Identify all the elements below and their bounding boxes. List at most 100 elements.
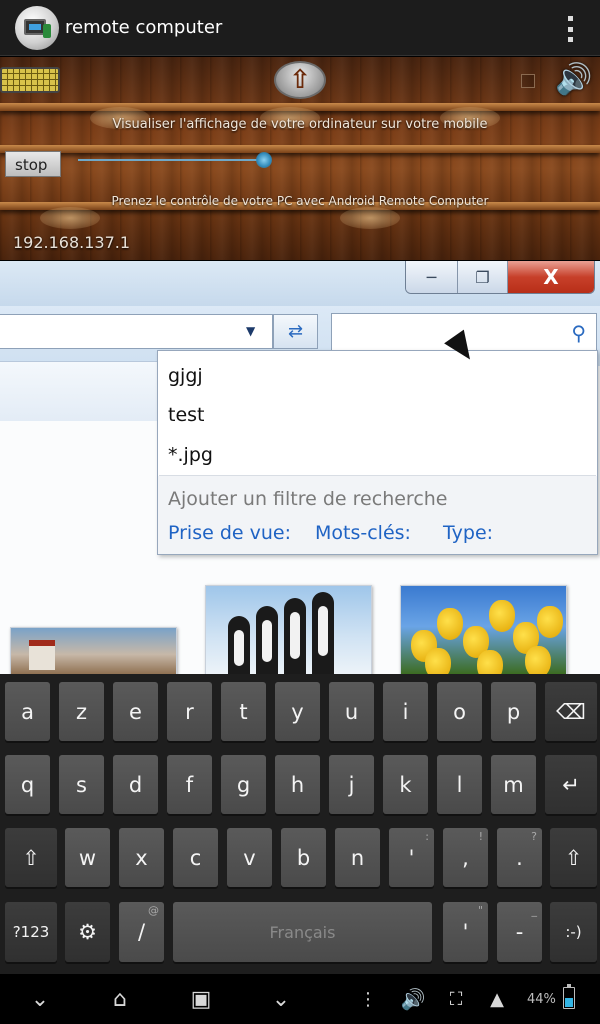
key-j[interactable]: j [329, 755, 374, 814]
key-w[interactable]: w [65, 828, 110, 887]
app-title: remote computer [65, 17, 223, 38]
key-s[interactable]: s [59, 755, 104, 814]
key-dash-label: - [515, 920, 524, 944]
key-i[interactable]: i [383, 682, 428, 741]
search-icon[interactable]: ⚲ [571, 321, 586, 345]
overflow-menu-icon[interactable] [568, 16, 574, 42]
key-l[interactable]: l [437, 755, 482, 814]
key-t[interactable]: t [221, 682, 266, 741]
back-icon[interactable]: ⌄ [22, 984, 58, 1014]
key-q[interactable]: q [5, 755, 50, 814]
key-hint: ? [531, 830, 537, 843]
quality-slider-thumb[interactable] [256, 152, 272, 168]
search-suggestions: gjgj test *.jpg Ajouter un filtre de rec… [157, 350, 598, 555]
key-apostrophe[interactable]: ' : [389, 828, 434, 887]
key-r[interactable]: r [167, 682, 212, 741]
key-z[interactable]: z [59, 682, 104, 741]
settings-sliders-icon[interactable]: ⚙ [65, 902, 110, 962]
key-apostrophe-2-label: ' [462, 920, 469, 944]
key-y[interactable]: y [275, 682, 320, 741]
key-p[interactable]: p [491, 682, 536, 741]
key-u[interactable]: u [329, 682, 374, 741]
filter-date-taken[interactable]: Prise de vue: [168, 522, 291, 544]
home-icon[interactable]: ⌂ [100, 984, 140, 1014]
recent-apps-icon[interactable]: ▣ [182, 984, 220, 1014]
key-comma[interactable]: , ! [443, 828, 488, 887]
key-c[interactable]: c [173, 828, 218, 887]
remote-desktop-view[interactable]: ─ ❐ X ▼ ⇄ ⚲ gjgj test *.jpg Ajouter un f… [0, 261, 600, 674]
control-description: Prenez le contrôle de votre PC avec Andr… [111, 194, 489, 208]
upload-arrow-icon[interactable]: ⇧ [274, 61, 326, 99]
key-slash[interactable]: / @ [119, 902, 164, 962]
shift-icon[interactable]: ⇧ [550, 828, 597, 887]
key-hint: ! [478, 830, 483, 843]
key-m[interactable]: m [491, 755, 536, 814]
key-b[interactable]: b [281, 828, 326, 887]
key-comma-label: , [462, 845, 469, 870]
key-hint: : [425, 830, 429, 843]
stop-button[interactable]: stop [5, 151, 61, 177]
keyboard-icon[interactable] [0, 67, 60, 93]
key-f[interactable]: f [167, 755, 212, 814]
option-checkbox[interactable] [521, 74, 535, 88]
filter-keywords[interactable]: Mots-clés: [315, 522, 411, 544]
shift-icon[interactable]: ⇧ [5, 828, 57, 887]
chevron-down-icon[interactable]: ▼ [246, 324, 255, 338]
suggestion-item[interactable]: gjgj [168, 365, 203, 387]
key-period-label: . [516, 845, 523, 870]
action-bar: remote computer [0, 0, 600, 56]
system-nav-bar: ⌄ ⌂ ▣ ⌄ ⋮ 🔊 ⛶ ▲ 44% [0, 974, 600, 1024]
battery-percentage: 44% [527, 992, 556, 1007]
battery-icon [563, 984, 575, 1009]
symbols-key[interactable]: ?123 [5, 902, 57, 962]
key-h[interactable]: h [275, 755, 320, 814]
lighthouse-thumbnail[interactable] [10, 627, 177, 674]
address-bar[interactable] [0, 314, 273, 349]
key-a[interactable]: a [5, 682, 50, 741]
key-n[interactable]: n [335, 828, 380, 887]
shelf-light [340, 207, 400, 229]
tulips-thumbnail[interactable] [400, 585, 567, 674]
window-caption-buttons: ─ ❐ X [405, 261, 595, 294]
smiley-key[interactable]: :-) [550, 902, 597, 962]
speaker-icon[interactable]: 🔊 [552, 61, 596, 99]
close-icon[interactable]: X [508, 261, 594, 293]
display-description: Visualiser l'affichage de votre ordinate… [112, 117, 488, 132]
volume-icon[interactable]: 🔊 [398, 984, 428, 1014]
navigation-pane [0, 361, 160, 421]
key-slash-label: / [137, 920, 146, 944]
enter-icon[interactable]: ↵ [545, 755, 597, 814]
app-logo-icon[interactable] [15, 5, 59, 50]
key-g[interactable]: g [221, 755, 266, 814]
minimize-icon[interactable]: ─ [406, 261, 458, 293]
ip-address: 192.168.137.1 [13, 233, 131, 252]
control-panel: ⇧ 🔊 Visualiser l'affichage de votre ordi… [0, 57, 600, 260]
refresh-icon[interactable]: ⇄ [273, 314, 318, 349]
usb-icon: ⋮ [359, 988, 377, 1010]
penguins-thumbnail[interactable] [205, 585, 372, 674]
wifi-icon: ▲ [490, 988, 504, 1010]
filter-hint: Ajouter un filtre de recherche [168, 488, 448, 510]
screen: remote computer ⇧ 🔊 Visualiser l'afficha… [0, 0, 600, 1024]
key-dash[interactable]: - _ [497, 902, 542, 962]
key-hint: _ [531, 904, 538, 917]
key-x[interactable]: x [119, 828, 164, 887]
space-bar[interactable]: Français [173, 902, 432, 962]
screenshot-icon[interactable]: ⛶ [442, 984, 470, 1014]
restore-icon[interactable]: ❐ [458, 261, 508, 293]
hide-keyboard-icon[interactable]: ⌄ [260, 984, 302, 1014]
quality-slider-track[interactable] [78, 159, 268, 161]
key-k[interactable]: k [383, 755, 428, 814]
key-hint: " [477, 904, 483, 917]
key-e[interactable]: e [113, 682, 158, 741]
filter-type[interactable]: Type: [443, 522, 493, 544]
suggestion-item[interactable]: *.jpg [168, 444, 213, 466]
backspace-icon[interactable]: ⌫ [545, 682, 597, 741]
key-period[interactable]: . ? [497, 828, 542, 887]
key-apostrophe-label: ' [408, 845, 415, 870]
key-apostrophe-2[interactable]: ' " [443, 902, 488, 962]
key-o[interactable]: o [437, 682, 482, 741]
key-v[interactable]: v [227, 828, 272, 887]
key-d[interactable]: d [113, 755, 158, 814]
suggestion-item[interactable]: test [168, 404, 205, 426]
